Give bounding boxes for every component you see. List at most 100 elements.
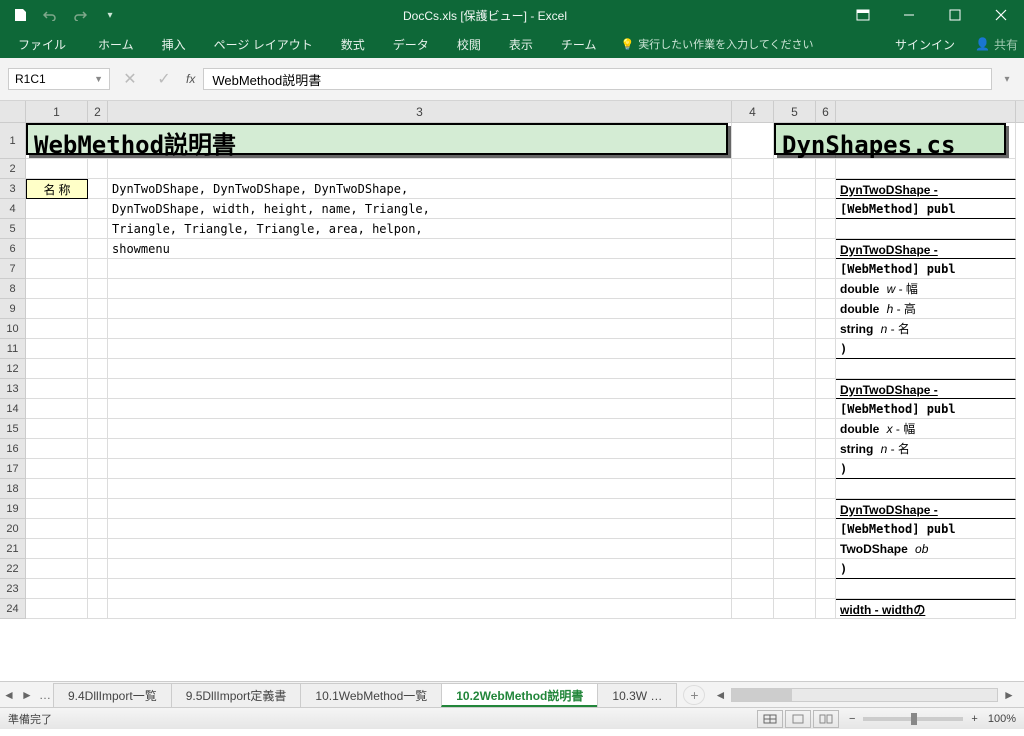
sheet-tab-active[interactable]: 10.2WebMethod説明書: [441, 683, 598, 707]
zoom-thumb[interactable]: [911, 713, 917, 725]
tab-review[interactable]: 校閲: [443, 30, 495, 58]
row-header[interactable]: 19: [0, 499, 26, 519]
maximize-button[interactable]: [932, 0, 978, 30]
share-button[interactable]: 👤共有: [969, 36, 1024, 53]
tab-nav-prev[interactable]: ◄: [0, 688, 18, 702]
formula-input[interactable]: [203, 68, 992, 90]
desc-line: showmenu: [108, 239, 732, 259]
name-box[interactable]: R1C1▼: [8, 68, 110, 90]
zoom-out[interactable]: −: [849, 713, 855, 725]
row-header[interactable]: 17: [0, 459, 26, 479]
formula-expand-icon[interactable]: ▾: [998, 74, 1016, 85]
row-header[interactable]: 12: [0, 359, 26, 379]
tab-pagelayout[interactable]: ページ レイアウト: [200, 30, 327, 58]
sheet-tab[interactable]: 10.1WebMethod一覧: [300, 683, 442, 707]
row-header[interactable]: 13: [0, 379, 26, 399]
row-header[interactable]: 15: [0, 419, 26, 439]
tab-data[interactable]: データ: [379, 30, 443, 58]
sheet-tab[interactable]: 9.4DllImport一覧: [53, 683, 172, 707]
status-ready: 準備完了: [8, 711, 52, 727]
title-right: DynShapes.cs: [774, 123, 1006, 155]
row-header[interactable]: 24: [0, 599, 26, 619]
row-header[interactable]: 2: [0, 159, 26, 179]
tab-view[interactable]: 表示: [495, 30, 547, 58]
qat-more[interactable]: ▾: [98, 3, 122, 27]
col-header[interactable]: 6: [816, 101, 836, 122]
tab-nav-more[interactable]: …: [36, 688, 54, 702]
col-header[interactable]: 3: [108, 101, 732, 122]
save-button[interactable]: [8, 3, 32, 27]
row-header[interactable]: 3: [0, 179, 26, 199]
sheet-tab[interactable]: 10.3W …: [597, 683, 677, 707]
row-header[interactable]: 21: [0, 539, 26, 559]
new-sheet-button[interactable]: +: [683, 685, 705, 705]
row-header[interactable]: 5: [0, 219, 26, 239]
tab-insert[interactable]: 挿入: [148, 30, 200, 58]
fx-icon[interactable]: fx: [184, 72, 197, 86]
code-line: width - widthの: [840, 603, 925, 617]
tab-nav-next[interactable]: ►: [18, 688, 36, 702]
undo-button[interactable]: [38, 3, 62, 27]
cancel-icon[interactable]: ✕: [116, 68, 144, 90]
hscrollbar[interactable]: [731, 688, 998, 702]
chevron-down-icon[interactable]: ▼: [94, 74, 103, 84]
select-all[interactable]: [0, 101, 26, 123]
view-pagebreak-icon[interactable]: [813, 710, 839, 728]
tab-home[interactable]: ホーム: [84, 30, 148, 58]
desc-line: DynTwoDShape, DynTwoDShape, DynTwoDShape…: [108, 179, 732, 199]
code-line: string n - 名: [836, 439, 1016, 459]
sheet-tab-bar: ◄ ► … 9.4DllImport一覧 9.5DllImport定義書 10.…: [0, 681, 1024, 707]
tab-file[interactable]: ファイル: [4, 30, 80, 58]
row-header[interactable]: 11: [0, 339, 26, 359]
column-headers: 1 2 3 4 5 6: [0, 101, 1024, 123]
worksheet-grid[interactable]: 1 2 3 4 5 6 1 WebMethod説明書 DynShapes.cs …: [0, 101, 1024, 681]
sheet-tab[interactable]: 9.5DllImport定義書: [171, 683, 302, 707]
minimize-button[interactable]: [886, 0, 932, 30]
enter-icon[interactable]: ✓: [150, 68, 178, 90]
hscroll-thumb[interactable]: [732, 689, 792, 701]
desc-line: DynTwoDShape, width, height, name, Trian…: [108, 199, 732, 219]
code-line: [WebMethod] publ: [836, 259, 1016, 279]
code-line: DynTwoDShape -: [840, 243, 938, 257]
code-line: double x - 幅: [836, 419, 1016, 439]
code-line: DynTwoDShape -: [840, 183, 938, 197]
col-header[interactable]: 1: [26, 101, 88, 122]
col-header[interactable]: 4: [732, 101, 774, 122]
row-header[interactable]: 14: [0, 399, 26, 419]
tab-team[interactable]: チーム: [547, 30, 611, 58]
row-header[interactable]: 4: [0, 199, 26, 219]
row-header[interactable]: 6: [0, 239, 26, 259]
row-header[interactable]: 1: [0, 123, 26, 159]
row-header[interactable]: 7: [0, 259, 26, 279]
row-header[interactable]: 20: [0, 519, 26, 539]
row-header[interactable]: 16: [0, 439, 26, 459]
ribbon-options-icon[interactable]: [840, 0, 886, 30]
col-header[interactable]: 2: [88, 101, 108, 122]
row-header[interactable]: 9: [0, 299, 26, 319]
row-header[interactable]: 8: [0, 279, 26, 299]
tell-me[interactable]: 💡実行したい作業を入力してください: [610, 36, 813, 52]
redo-button[interactable]: [68, 3, 92, 27]
label-name: 名 称: [26, 179, 88, 199]
zoom-percent[interactable]: 100%: [988, 713, 1016, 725]
status-bar: 準備完了 − + 100%: [0, 707, 1024, 729]
formula-bar: R1C1▼ ✕ ✓ fx ▾: [0, 64, 1024, 94]
row-header[interactable]: 18: [0, 479, 26, 499]
view-normal-icon[interactable]: [757, 710, 783, 728]
row-header[interactable]: 22: [0, 559, 26, 579]
col-header[interactable]: 5: [774, 101, 816, 122]
row-header[interactable]: 23: [0, 579, 26, 599]
hscroll-left[interactable]: ◄: [711, 688, 729, 702]
ribbon: ファイル ホーム 挿入 ページ レイアウト 数式 データ 校閲 表示 チーム 💡…: [0, 30, 1024, 58]
tab-formulas[interactable]: 数式: [327, 30, 379, 58]
close-button[interactable]: [978, 0, 1024, 30]
row-header[interactable]: 10: [0, 319, 26, 339]
zoom-in[interactable]: +: [971, 713, 977, 725]
hscroll-right[interactable]: ►: [1000, 688, 1018, 702]
zoom-slider[interactable]: [863, 717, 963, 721]
code-line: ): [836, 459, 1016, 479]
desc-line: Triangle, Triangle, Triangle, area, help…: [108, 219, 732, 239]
view-pagelayout-icon[interactable]: [785, 710, 811, 728]
window-title: DocCs.xls [保護ビュー] - Excel: [130, 7, 840, 24]
sign-in[interactable]: サインイン: [881, 36, 969, 53]
